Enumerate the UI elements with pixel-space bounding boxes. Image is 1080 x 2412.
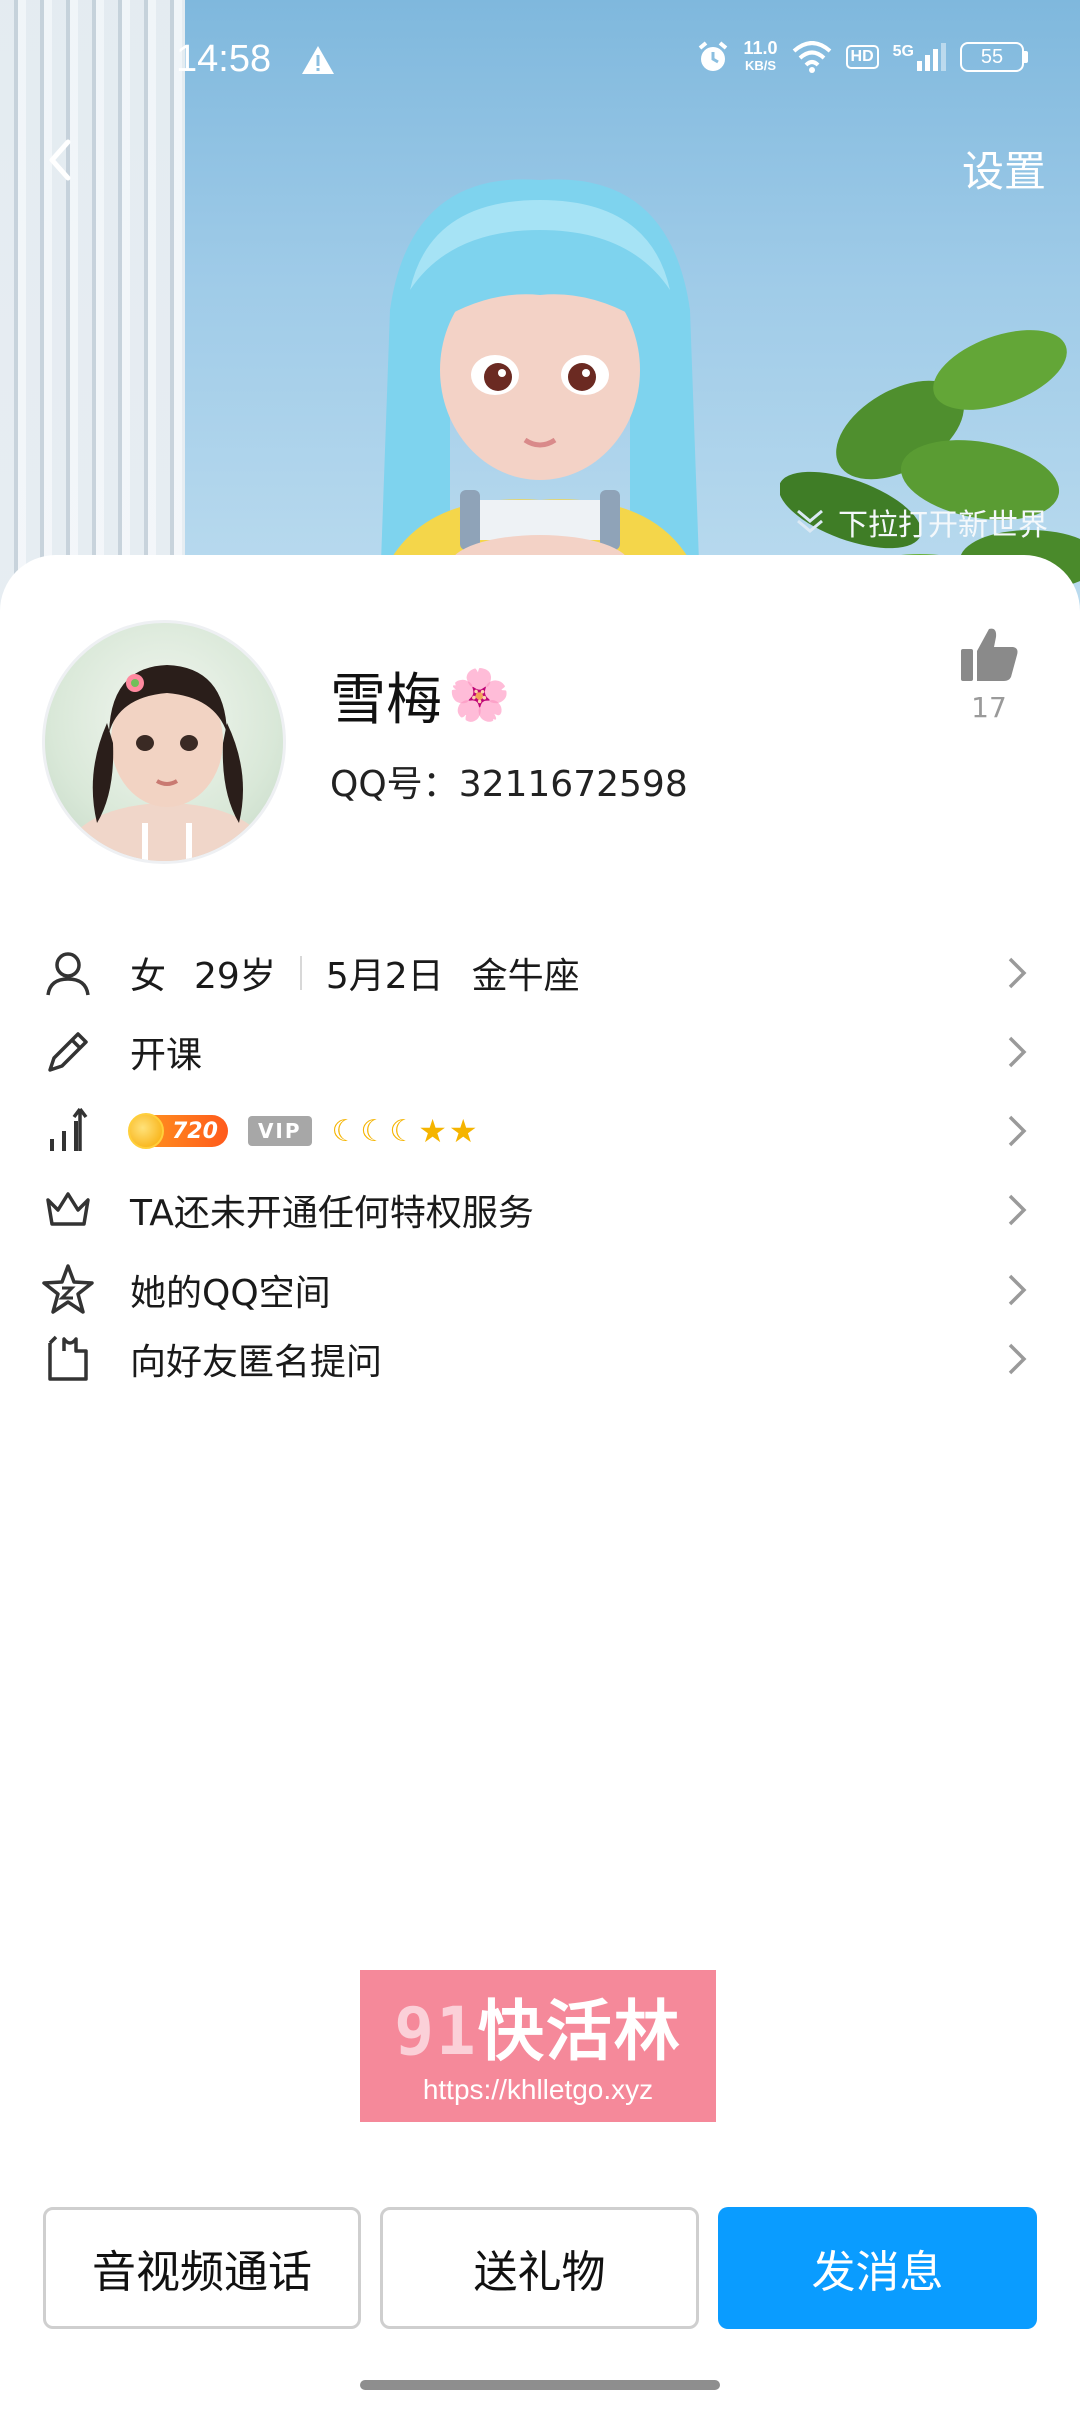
qq-number-label: QQ号： (330, 764, 459, 805)
profile-cover-background[interactable]: 14:58 11.0 KB/S HD 5G 55 设置 下拉打开新世界 (0, 0, 1080, 620)
home-indicator[interactable] (360, 2380, 720, 2390)
chevron-right-icon (1008, 1194, 1027, 1226)
birthday: 5月2日 (325, 956, 444, 997)
like-count: 17 (971, 691, 1007, 724)
person-icon (46, 952, 90, 996)
send-message-button[interactable]: 发消息 (718, 2207, 1037, 2329)
level-chart-icon (50, 1107, 88, 1151)
anonymous-box-icon (48, 1335, 88, 1381)
moon-icon: ☾ (360, 1113, 388, 1149)
moon-icon: ☾ (389, 1113, 417, 1149)
level-badges: 720 VIP ☾ ☾ ☾ ★ ★ (128, 1112, 480, 1150)
chevron-right-icon (1008, 1036, 1027, 1068)
nickname-emoji: 🌸 (448, 666, 511, 724)
moon-icon: ☾ (331, 1113, 359, 1149)
qq-number-value: 3211672598 (458, 764, 688, 805)
qq-number[interactable]: QQ号：3211672598 (330, 755, 688, 807)
privilege-label: TA还未开通任何特权服务 (130, 1193, 534, 1234)
alarm-icon (698, 41, 727, 71)
avatar-photo (67, 665, 267, 861)
battery-indicator: 55 (960, 42, 1028, 72)
network-speed-value: 11.0 (743, 38, 778, 58)
pull-down-hint[interactable]: 下拉打开新世界 (792, 500, 1048, 544)
signal-type: 5G (892, 43, 914, 60)
thumbs-up-icon (961, 628, 1018, 681)
settings-button[interactable]: 设置 (962, 138, 1046, 199)
watermark-title: 91快活林 (360, 1978, 716, 2074)
basic-info-label: 女 29岁 5月2日 金牛座 (130, 947, 580, 999)
pencil-icon (48, 1032, 88, 1072)
level-number: 720 (172, 1118, 218, 1144)
star-icon: ★ (448, 1112, 478, 1150)
chevron-right-icon (1008, 1115, 1027, 1147)
hd-voice-badge: HD (845, 45, 879, 69)
network-speed-unit: KB/S (744, 58, 777, 73)
anonymous-question-label: 向好友匿名提问 (130, 1342, 383, 1383)
audio-video-call-button[interactable]: 音视频通话 (43, 2207, 361, 2329)
watermark-name: 快活林 (477, 1993, 682, 2070)
network-speed: 11.0 KB/S (743, 38, 778, 74)
warning-icon (302, 46, 334, 74)
back-button[interactable] (38, 130, 82, 190)
star-icon: ★ (418, 1112, 447, 1150)
nickname: 雪梅 (330, 668, 442, 733)
watermark-url: https://khlletgo.xyz (422, 2074, 654, 2105)
divider (299, 956, 302, 990)
chevron-right-icon (1008, 1343, 1027, 1375)
pull-down-hint-text: 下拉打开新世界 (838, 508, 1048, 543)
wifi-icon (792, 41, 831, 73)
status-time: 14:58 (176, 38, 272, 80)
cover-avatar-illustration (370, 179, 710, 620)
anonymous-question-row[interactable]: 向好友匿名提问 (0, 1304, 1080, 1414)
coin-icon (128, 1113, 164, 1149)
double-chevron-down-icon (797, 509, 823, 533)
watermark-banner: 91快活林 https://khlletgo.xyz (360, 1970, 716, 2122)
avatar[interactable] (42, 620, 286, 864)
gender: 女 (130, 956, 167, 997)
nickname-row: 雪梅 🌸 (330, 655, 510, 736)
course-label: 开课 (130, 1035, 203, 1076)
crown-icon (46, 1192, 90, 1226)
zodiac: 金牛座 (471, 956, 580, 997)
battery-level: 55 (960, 42, 1024, 72)
status-bar: 14:58 11.0 KB/S HD 5G 55 (0, 0, 1080, 120)
status-icons: 11.0 KB/S HD 5G 55 (696, 38, 1028, 74)
level-badge: 720 (128, 1113, 228, 1149)
watermark-number: 91 (394, 1993, 478, 2070)
profile-card: 雪梅 🌸 QQ号：3211672598 17 女 29岁 5月2日 金牛座 开课… (0, 555, 1080, 2412)
like-button[interactable]: 17 (954, 625, 1024, 724)
cellular-signal-icon: 5G (893, 43, 946, 71)
vip-badge: VIP (247, 1116, 312, 1146)
chevron-right-icon (1008, 957, 1027, 989)
age: 29岁 (194, 956, 276, 997)
send-gift-button[interactable]: 送礼物 (380, 2207, 699, 2329)
